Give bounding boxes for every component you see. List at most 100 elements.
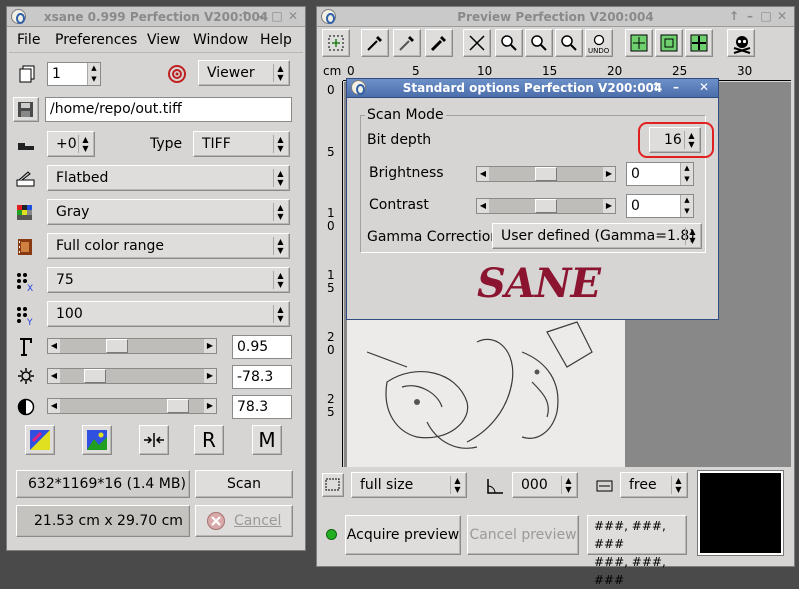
copies-spinbox[interactable]: 1 ▲ ▼ bbox=[47, 62, 101, 86]
gamma-correction-combo[interactable]: User defined (Gamma=1.8) ▲ ▼ bbox=[492, 223, 702, 249]
minimize-icon[interactable]: – bbox=[668, 80, 684, 95]
copies-spin-arrows[interactable]: ▲ ▼ bbox=[87, 63, 100, 85]
zoom-combo[interactable]: full size ▲ ▼ bbox=[351, 472, 467, 498]
gamma-input[interactable]: 0.95 bbox=[232, 335, 292, 359]
bit-depth-combo[interactable]: 16 ▲ ▼ bbox=[649, 127, 701, 153]
copies-value: 1 bbox=[52, 66, 61, 82]
slider-right-arrow[interactable]: ▶ bbox=[603, 167, 615, 181]
zoom-undo-button[interactable]: UNDO bbox=[585, 29, 613, 57]
resolution-x-combo[interactable]: 75 ▲ ▼ bbox=[47, 267, 290, 293]
increment-value: +0 bbox=[56, 136, 77, 152]
rotation-combo[interactable]: 000 ▲ ▼ bbox=[512, 472, 578, 498]
shade-up-icon[interactable]: ↑ bbox=[237, 9, 253, 24]
cancel-preview-button[interactable]: Cancel preview bbox=[467, 515, 579, 555]
target-combo[interactable]: Viewer ▲ ▼ bbox=[198, 60, 290, 86]
menu-file[interactable]: File bbox=[17, 32, 40, 48]
minimize-icon[interactable]: – bbox=[253, 9, 269, 24]
select-area-button[interactable] bbox=[322, 29, 350, 57]
status-led-icon bbox=[326, 529, 337, 540]
target-icon[interactable] bbox=[167, 64, 186, 83]
type-combo[interactable]: TIFF ▲ ▼ bbox=[193, 131, 290, 157]
slider-right-arrow[interactable]: ▶ bbox=[204, 369, 216, 383]
image-info-box: 632*1169*16 (1.4 MB) bbox=[16, 470, 190, 498]
menu-window[interactable]: Window bbox=[193, 32, 248, 48]
zoom-out-button[interactable] bbox=[495, 29, 523, 57]
increment-spin[interactable]: +0 ▲ ▼ bbox=[47, 131, 95, 157]
slider-left-arrow[interactable]: ◀ bbox=[48, 399, 60, 413]
preview-titlebar[interactable]: Preview Perfection V200:004 ↑ – □ ✕ bbox=[317, 7, 794, 27]
pipette-white-button[interactable] bbox=[361, 29, 389, 57]
scan-button[interactable]: Scan bbox=[195, 470, 293, 498]
increment-arrows[interactable]: ▲ ▼ bbox=[78, 135, 92, 153]
slider-right-arrow[interactable]: ▶ bbox=[603, 199, 615, 213]
options-brightness-slider[interactable]: ◀ ▶ bbox=[476, 166, 616, 182]
chevron-updown-icon: ▲ ▼ bbox=[273, 305, 287, 323]
cancel-scan-button[interactable]: Cancel bbox=[195, 505, 293, 537]
slider-right-arrow[interactable]: ▶ bbox=[204, 399, 216, 413]
options-contrast-thumb[interactable] bbox=[535, 199, 557, 213]
no-pipette-button[interactable] bbox=[463, 29, 491, 57]
options-brightness-spin[interactable]: 0 ▲ ▼ bbox=[626, 162, 694, 186]
type-label: Type bbox=[150, 136, 183, 152]
maximize-icon[interactable]: □ bbox=[269, 9, 285, 24]
xsane-titlebar[interactable]: xsane 0.999 Perfection V200:004 ↑ – □ ✕ bbox=[7, 7, 305, 27]
delete-preview-button[interactable] bbox=[727, 29, 755, 57]
close-icon[interactable]: ✕ bbox=[285, 9, 301, 24]
auto-enhance-button[interactable] bbox=[25, 425, 55, 455]
options-titlebar[interactable]: Standard options Perfection V200:004 ↑ –… bbox=[347, 79, 718, 98]
acquire-preview-label: Acquire preview bbox=[346, 527, 460, 543]
chevron-updown-icon: ▲ ▼ bbox=[273, 271, 287, 289]
close-icon[interactable]: ✕ bbox=[774, 9, 790, 24]
slider-left-arrow[interactable]: ◀ bbox=[48, 339, 60, 353]
close-icon[interactable]: ✕ bbox=[696, 80, 712, 95]
shade-up-icon[interactable]: ↑ bbox=[648, 80, 664, 95]
contrast-input[interactable]: 78.3 bbox=[232, 395, 292, 419]
restore-button-r[interactable]: R bbox=[194, 425, 224, 455]
slider-left-arrow[interactable]: ◀ bbox=[477, 199, 489, 213]
medium-combo[interactable]: Full color range ▲ ▼ bbox=[47, 233, 290, 259]
restore-enhance-button[interactable] bbox=[139, 425, 169, 455]
options-brightness-thumb[interactable] bbox=[535, 167, 557, 181]
menu-help[interactable]: Help bbox=[260, 32, 292, 48]
resolution-y-combo[interactable]: 100 ▲ ▼ bbox=[47, 301, 290, 327]
brightness-input[interactable]: -78.3 bbox=[232, 365, 292, 389]
save-file-button[interactable] bbox=[13, 97, 39, 122]
brightness-slider-thumb[interactable] bbox=[84, 369, 107, 383]
slider-right-arrow[interactable]: ▶ bbox=[204, 339, 216, 353]
full-area-button[interactable] bbox=[625, 29, 653, 57]
spin-arrows[interactable]: ▲ ▼ bbox=[680, 195, 693, 217]
options-contrast-spin[interactable]: 0 ▲ ▼ bbox=[626, 194, 694, 218]
zoom-in-button[interactable] bbox=[525, 29, 553, 57]
menu-view[interactable]: View bbox=[147, 32, 180, 48]
ruler-top-label: 5 bbox=[412, 64, 420, 78]
color-mode-combo[interactable]: Gray ▲ ▼ bbox=[47, 199, 290, 225]
slider-left-arrow[interactable]: ◀ bbox=[477, 167, 489, 181]
zoom-preset-button[interactable] bbox=[322, 473, 344, 497]
aspect-ratio-combo[interactable]: free ▲ ▼ bbox=[620, 472, 688, 498]
zoom-area-button[interactable] bbox=[555, 29, 583, 57]
select-area-icon bbox=[328, 35, 344, 51]
gamma-slider[interactable]: ◀ ▶ bbox=[47, 338, 217, 354]
pipette-black-button[interactable] bbox=[425, 29, 453, 57]
shade-up-icon[interactable]: ↑ bbox=[726, 9, 742, 24]
autoraise-button[interactable] bbox=[685, 29, 713, 57]
autoselect-button[interactable] bbox=[655, 29, 683, 57]
acquire-preview-button[interactable]: Acquire preview bbox=[345, 515, 461, 555]
ruler-left-label: 15 bbox=[327, 268, 335, 295]
gamma-slider-thumb[interactable] bbox=[106, 339, 129, 353]
minimize-icon[interactable]: – bbox=[742, 9, 758, 24]
default-enhance-button[interactable] bbox=[82, 425, 112, 455]
contrast-slider-thumb[interactable] bbox=[167, 399, 190, 413]
spin-arrows[interactable]: ▲ ▼ bbox=[680, 163, 693, 185]
step-icon bbox=[16, 136, 34, 154]
pipette-gray-button[interactable] bbox=[393, 29, 421, 57]
slider-left-arrow[interactable]: ◀ bbox=[48, 369, 60, 383]
store-button-m[interactable]: M bbox=[252, 425, 282, 455]
maximize-icon[interactable]: □ bbox=[758, 9, 774, 24]
brightness-slider[interactable]: ◀ ▶ bbox=[47, 368, 217, 384]
contrast-slider[interactable]: ◀ ▶ bbox=[47, 398, 217, 414]
menu-preferences[interactable]: Preferences bbox=[55, 32, 137, 48]
options-contrast-slider[interactable]: ◀ ▶ bbox=[476, 198, 616, 214]
source-combo[interactable]: Flatbed ▲ ▼ bbox=[47, 165, 290, 191]
filename-input[interactable]: /home/repo/out.tiff bbox=[45, 97, 292, 122]
